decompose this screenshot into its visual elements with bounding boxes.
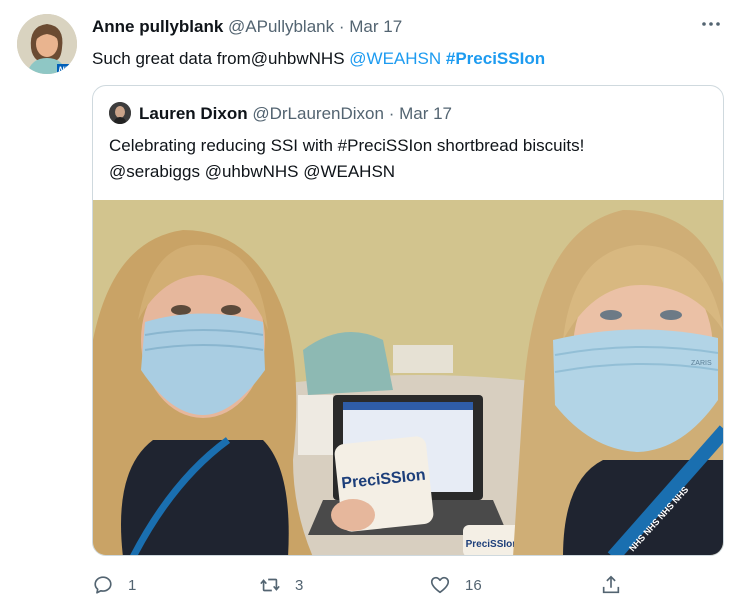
- retweet-count: 3: [295, 576, 304, 594]
- hashtag-link[interactable]: #PreciSSIon: [446, 49, 545, 68]
- tweet[interactable]: NHS Anne pullyblank @APullyblank · Mar 1…: [0, 0, 741, 612]
- mention-link[interactable]: @WEAHSN: [349, 49, 441, 68]
- share-icon: [602, 575, 620, 594]
- action-bar: 1 3 16: [92, 570, 632, 600]
- reply-count: 1: [128, 576, 137, 594]
- tweet-header: Anne pullyblank @APullyblank · Mar 17: [92, 16, 402, 38]
- like-button[interactable]: 16: [429, 570, 482, 600]
- retweet-icon: [260, 578, 280, 592]
- quote-separator: ·: [388, 104, 395, 123]
- quote-text-line-1: Celebrating reducing SSI with #PreciSSIo…: [109, 136, 585, 155]
- like-count: 16: [465, 576, 482, 594]
- quote-author-avatar[interactable]: [109, 102, 131, 124]
- author-avatar[interactable]: NHS: [17, 14, 77, 74]
- quote-author-handle[interactable]: @DrLaurenDixon: [252, 104, 384, 123]
- nhs-badge: NHS: [59, 66, 77, 75]
- mask-brand: ZARIS: [691, 360, 712, 367]
- quoted-tweet[interactable]: Lauren Dixon @DrLaurenDixon · Mar 17 Cel…: [92, 85, 724, 556]
- quote-text-line-2: @serabiggs @uhbwNHS @WEAHSN: [109, 162, 396, 181]
- author-name[interactable]: Anne pullyblank: [92, 17, 223, 36]
- biscuit-label-small: PreciSSIon: [466, 539, 519, 550]
- separator: ·: [338, 17, 345, 36]
- author-handle[interactable]: @APullyblank: [228, 17, 334, 36]
- quote-header: Lauren Dixon @DrLaurenDixon · Mar 17: [139, 103, 452, 125]
- quote-date[interactable]: Mar 17: [399, 104, 452, 123]
- reply-button[interactable]: 1: [92, 570, 136, 600]
- share-button[interactable]: [600, 570, 622, 600]
- tweet-text: Such great data from@uhbwNHS @WEAHSN #Pr…: [92, 47, 545, 71]
- retweet-button[interactable]: 3: [259, 570, 303, 600]
- tweet-date[interactable]: Mar 17: [349, 17, 402, 36]
- reply-icon: [94, 576, 112, 594]
- tweet-text-plain: Such great data from@uhbwNHS: [92, 49, 350, 68]
- quote-author-name[interactable]: Lauren Dixon: [139, 104, 248, 123]
- tweet-photo[interactable]: PreciSSIon PreciSSIon ZARIS NHS NHS NHS …: [93, 200, 723, 555]
- quote-text: Celebrating reducing SSI with #PreciSSIo…: [109, 133, 709, 185]
- like-icon: [430, 576, 450, 594]
- more-icon[interactable]: [699, 12, 723, 36]
